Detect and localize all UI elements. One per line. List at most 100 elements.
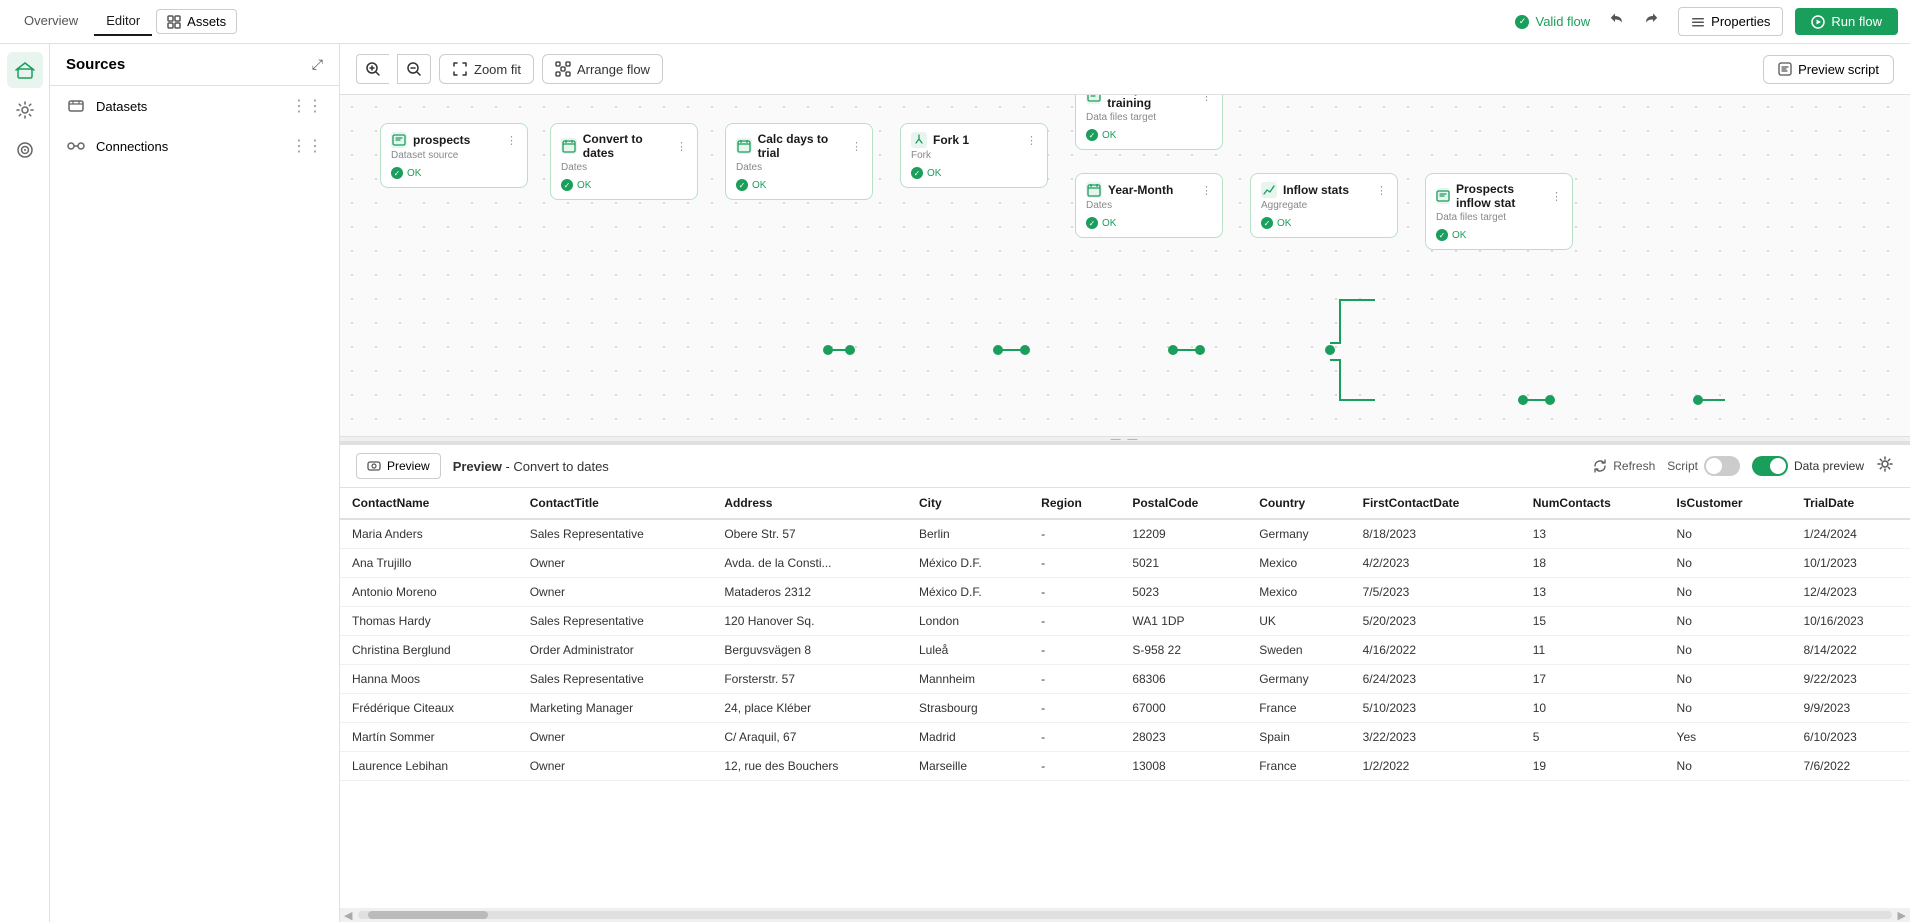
table-row[interactable]: Christina BerglundOrder AdministratorBer… bbox=[340, 636, 1910, 665]
flow-node-prospects_inflow_stat[interactable]: Prospects inflow stat ⋮ Data files targe… bbox=[1425, 173, 1573, 250]
flow-node-year_month[interactable]: Year-Month ⋮ Dates ✓ OK bbox=[1075, 173, 1223, 238]
zoom-out-button[interactable] bbox=[397, 54, 431, 84]
tab-assets[interactable]: Assets bbox=[156, 9, 237, 34]
preview-tab-button[interactable]: Preview bbox=[356, 453, 441, 479]
sidebar-title: Sources bbox=[66, 56, 125, 73]
flow-node-menu-inflow_stats[interactable]: ⋮ bbox=[1376, 184, 1387, 197]
table-row[interactable]: Laurence LebihanOwner12, rue des Boucher… bbox=[340, 752, 1910, 781]
zoom-fit-button[interactable]: Zoom fit bbox=[439, 54, 534, 84]
table-row[interactable]: Martín SommerOwnerC/ Araquil, 67Madrid-2… bbox=[340, 723, 1910, 752]
flow-node-title-fork1: Fork 1 bbox=[933, 133, 969, 147]
datasets-options[interactable]: ⋮⋮ bbox=[291, 96, 323, 116]
flow-node-menu-year_month[interactable]: ⋮ bbox=[1201, 184, 1212, 197]
content-area: Zoom fit Arrange flow Preview script bbox=[340, 44, 1910, 922]
cell-5-8: 17 bbox=[1521, 665, 1665, 694]
sidebar-item-connections[interactable]: Connections ⋮⋮ bbox=[50, 126, 339, 166]
preview-title-prefix: Preview bbox=[453, 459, 502, 474]
script-toggle-switch[interactable] bbox=[1704, 456, 1740, 476]
flow-node-subtitle-calc_days_to_trial: Dates bbox=[736, 162, 862, 173]
flow-node-menu-prospects[interactable]: ⋮ bbox=[506, 134, 517, 147]
preview-script-button[interactable]: Preview script bbox=[1763, 55, 1894, 84]
data-preview-knob bbox=[1770, 458, 1786, 474]
cell-7-3: Madrid bbox=[907, 723, 1029, 752]
redo-button[interactable] bbox=[1636, 6, 1666, 37]
cell-1-2: Avda. de la Consti... bbox=[712, 549, 907, 578]
col-header-postalcode[interactable]: PostalCode bbox=[1120, 488, 1247, 519]
flow-node-menu-prospects_inflow_stat[interactable]: ⋮ bbox=[1551, 190, 1562, 203]
cell-3-0: Thomas Hardy bbox=[340, 607, 518, 636]
flow-node-check-prospects: ✓ bbox=[391, 167, 403, 179]
properties-button[interactable]: Properties bbox=[1678, 7, 1783, 36]
flow-node-prospect_training[interactable]: Prospect training ⋮ Data files target ✓ … bbox=[1075, 95, 1223, 150]
cell-5-7: 6/24/2023 bbox=[1351, 665, 1521, 694]
refresh-button[interactable]: Refresh bbox=[1593, 459, 1655, 473]
flow-node-fork1[interactable]: Fork 1 ⋮ Fork ✓ OK bbox=[900, 123, 1048, 188]
table-row[interactable]: Antonio MorenoOwnerMataderos 2312México … bbox=[340, 578, 1910, 607]
scroll-left-arrow[interactable]: ◀ bbox=[344, 909, 352, 922]
run-flow-button[interactable]: Run flow bbox=[1795, 8, 1898, 35]
scrollbar-track[interactable] bbox=[358, 911, 1891, 919]
col-header-numcontacts[interactable]: NumContacts bbox=[1521, 488, 1665, 519]
undo-button[interactable] bbox=[1602, 6, 1632, 37]
data-table-container[interactable]: ContactNameContactTitleAddressCityRegion… bbox=[340, 488, 1910, 908]
cell-2-3: México D.F. bbox=[907, 578, 1029, 607]
flow-node-calc_days_to_trial[interactable]: Calc days to trial ⋮ Dates ✓ OK bbox=[725, 123, 873, 200]
arrange-flow-button[interactable]: Arrange flow bbox=[542, 54, 663, 84]
col-header-contacttitle[interactable]: ContactTitle bbox=[518, 488, 713, 519]
zoom-fit-label: Zoom fit bbox=[474, 62, 521, 77]
cell-8-1: Owner bbox=[518, 752, 713, 781]
flow-node-menu-prospect_training[interactable]: ⋮ bbox=[1201, 95, 1212, 103]
connections-options[interactable]: ⋮⋮ bbox=[291, 136, 323, 156]
cell-0-10: 1/24/2024 bbox=[1791, 519, 1910, 549]
table-row[interactable]: Maria AndersSales RepresentativeObere St… bbox=[340, 519, 1910, 549]
col-header-firstcontactdate[interactable]: FirstContactDate bbox=[1351, 488, 1521, 519]
table-row[interactable]: Ana TrujilloOwnerAvda. de la Consti...Mé… bbox=[340, 549, 1910, 578]
data-preview-toggle-switch[interactable] bbox=[1752, 456, 1788, 476]
flow-node-header: Year-Month ⋮ bbox=[1086, 182, 1212, 198]
preview-title: Preview - Convert to dates bbox=[453, 459, 609, 474]
col-header-trialdate[interactable]: TrialDate bbox=[1791, 488, 1910, 519]
col-header-address[interactable]: Address bbox=[712, 488, 907, 519]
flow-node-menu-fork1[interactable]: ⋮ bbox=[1026, 134, 1037, 147]
sidebar-header: Sources ⤢ bbox=[50, 44, 339, 86]
cell-1-5: 5021 bbox=[1120, 549, 1247, 578]
table-row[interactable]: Hanna MoosSales RepresentativeForsterstr… bbox=[340, 665, 1910, 694]
table-row[interactable]: Frédérique CiteauxMarketing Manager24, p… bbox=[340, 694, 1910, 723]
col-header-iscustomer[interactable]: IsCustomer bbox=[1665, 488, 1792, 519]
canvas[interactable]: prospects ⋮ Dataset source ✓ OK Convert … bbox=[340, 95, 1910, 436]
nav-icon-settings[interactable] bbox=[7, 92, 43, 128]
sidebar-expand-icon[interactable]: ⤢ bbox=[312, 56, 323, 73]
col-header-country[interactable]: Country bbox=[1247, 488, 1350, 519]
cell-2-2: Mataderos 2312 bbox=[712, 578, 907, 607]
cell-7-1: Owner bbox=[518, 723, 713, 752]
flow-node-menu-convert_to_dates[interactable]: ⋮ bbox=[676, 140, 687, 153]
zoom-in-button[interactable] bbox=[356, 54, 389, 84]
flow-node-inflow_stats[interactable]: Inflow stats ⋮ Aggregate ✓ OK bbox=[1250, 173, 1398, 238]
table-row[interactable]: Thomas HardySales Representative120 Hano… bbox=[340, 607, 1910, 636]
tab-overview[interactable]: Overview bbox=[12, 7, 90, 36]
cell-7-5: 28023 bbox=[1120, 723, 1247, 752]
flow-node-menu-calc_days_to_trial[interactable]: ⋮ bbox=[851, 140, 862, 153]
cell-2-0: Antonio Moreno bbox=[340, 578, 518, 607]
sidebar-item-datasets[interactable]: Datasets ⋮⋮ bbox=[50, 86, 339, 126]
cell-6-7: 5/10/2023 bbox=[1351, 694, 1521, 723]
col-header-city[interactable]: City bbox=[907, 488, 1029, 519]
cell-3-3: London bbox=[907, 607, 1029, 636]
flow-node-title-calc_days_to_trial: Calc days to trial bbox=[758, 132, 851, 160]
scroll-right-arrow[interactable]: ▶ bbox=[1898, 909, 1906, 922]
flow-node-header: Prospects inflow stat ⋮ bbox=[1436, 182, 1562, 210]
flow-node-status-convert_to_dates: ✓ OK bbox=[561, 179, 687, 191]
col-header-region[interactable]: Region bbox=[1029, 488, 1120, 519]
cell-7-0: Martín Sommer bbox=[340, 723, 518, 752]
table-settings-button[interactable] bbox=[1876, 455, 1894, 478]
flow-node-prospects[interactable]: prospects ⋮ Dataset source ✓ OK bbox=[380, 123, 528, 188]
h-scrollbar[interactable]: ◀ ▶ bbox=[340, 908, 1910, 922]
flow-node-convert_to_dates[interactable]: Convert to dates ⋮ Dates ✓ OK bbox=[550, 123, 698, 200]
scrollbar-thumb[interactable] bbox=[368, 911, 488, 919]
col-header-contactname[interactable]: ContactName bbox=[340, 488, 518, 519]
undo-redo-group bbox=[1602, 6, 1666, 37]
nav-icon-home[interactable] bbox=[7, 52, 43, 88]
nav-icon-target[interactable] bbox=[7, 132, 43, 168]
tab-editor[interactable]: Editor bbox=[94, 7, 152, 36]
assets-icon bbox=[167, 15, 181, 29]
